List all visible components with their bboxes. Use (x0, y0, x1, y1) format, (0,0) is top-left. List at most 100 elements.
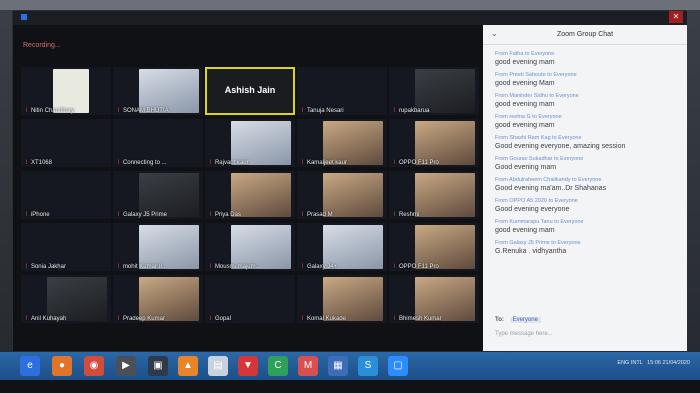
mic-muted-icon: ⌇ (301, 264, 304, 270)
media-player-icon[interactable]: ▶ (116, 356, 136, 376)
participant-name: ⌇ XT1068 (25, 159, 52, 166)
tray-date: 21/04/2020 (662, 360, 690, 366)
participant-label: iPhone (30, 212, 50, 218)
participant-tile[interactable]: ⌇ Pradeep Kumar (113, 275, 203, 323)
mic-muted-icon: ⌇ (301, 108, 304, 114)
folder-icon[interactable]: ▤ (208, 356, 228, 376)
app-c-icon[interactable]: C (268, 356, 288, 376)
vlc-icon[interactable]: ▲ (178, 356, 198, 376)
mic-muted-icon: ⌇ (301, 160, 304, 166)
title-bar: ✕ (13, 11, 687, 25)
message-text: Good evening everyone, amazing session (495, 143, 626, 150)
participant-tile[interactable]: ⌇ Mousmi majum... (205, 223, 295, 271)
chat-message: From Maninder Sidhu to Everyone good even… (495, 93, 681, 109)
app-icon (21, 14, 27, 20)
message-sender: From Preeti Sahoute to Everyone (495, 72, 577, 78)
participant-tile[interactable]: ⌇ Tanuja Nesari (297, 67, 387, 115)
participant-tile[interactable]: ⌇ Priya Das (205, 171, 295, 219)
chat-message: From Fatha to Everyone good evening mam (495, 51, 681, 67)
participant-tile[interactable]: ⌇ XT1068 (21, 119, 111, 167)
participant-tile[interactable]: ⌇ Komal Kukade (297, 275, 387, 323)
chat-message: From Galaxy J5 Prime to Everyone G.Renuka… (495, 240, 681, 256)
tray-time: 15:06 (647, 360, 661, 366)
mic-muted-icon: ⌇ (209, 212, 212, 218)
mic-muted-icon: ⌇ (393, 316, 396, 322)
mic-muted-icon: ⌇ (117, 160, 120, 166)
participant-name: ⌇ Galaxy J4+ (301, 263, 337, 270)
participant-tile[interactable]: ⌇ Connecting to ... (113, 119, 203, 167)
mic-muted-icon: ⌇ (301, 316, 304, 322)
participant-name: ⌇ Sonia Jakhar (25, 263, 66, 270)
participant-label: XT1068 (30, 160, 52, 166)
chat-header: ⌄ Zoom Group Chat (483, 25, 687, 45)
mic-muted-icon: ⌇ (117, 108, 120, 114)
participant-name: ⌇ rupakbarua (393, 107, 429, 114)
message-text: Good evening everyone (495, 206, 570, 213)
chat-message: From OPPO A5 2020 to Everyone Good evenin… (495, 198, 681, 214)
participant-tile[interactable]: ⌇ rupakbarua (389, 67, 479, 115)
video-icon[interactable]: ▣ (148, 356, 168, 376)
participant-label: rupakbarua (398, 108, 430, 114)
chat-message: From Shashi Ram Kag to Everyone Good even… (495, 135, 681, 151)
message-sender: From Shashi Ram Kag to Everyone (495, 135, 582, 141)
participant-tile[interactable]: ⌇ OPPO F11 Pro (389, 119, 479, 167)
participant-tile[interactable]: ⌇ Anil Kuhayah (21, 275, 111, 323)
participant-label: Bhimesh Kumar (398, 316, 442, 322)
participant-name: ⌇ Anil Kuhayah (25, 315, 66, 322)
zoom-icon[interactable]: ▢ (388, 356, 408, 376)
participant-label: Nitin Chaudhary (30, 108, 74, 114)
close-icon[interactable]: ✕ (669, 11, 683, 23)
brave-icon[interactable]: ▼ (238, 356, 258, 376)
participant-name: ⌇ Rajvant kaur (209, 159, 249, 166)
chat-input[interactable]: Type message here... (495, 331, 553, 337)
firefox-icon[interactable]: ● (52, 356, 72, 376)
chrome-icon[interactable]: ◉ (84, 356, 104, 376)
participant-tile[interactable]: ⌇ Prasad M (297, 171, 387, 219)
internet-explorer-icon[interactable]: e (20, 356, 40, 376)
participant-tile[interactable]: ⌇ Rajvant kaur (205, 119, 295, 167)
participant-tile[interactable]: ⌇ iPhone (21, 171, 111, 219)
participant-tile[interactable]: ⌇ SONAM BHUTIA (113, 67, 203, 115)
participant-tile[interactable]: ⌇ Sonia Jakhar (21, 223, 111, 271)
participant-tile[interactable]: ⌇ OPPO F11 Pro (389, 223, 479, 271)
taskbar: e ● ◉ ▶ ▣ ▲ ▤ ▼ C M ▦ S ▢ ENG INTL 15:06… (0, 352, 700, 380)
mic-muted-icon: ⌇ (301, 212, 304, 218)
participant-tile[interactable]: ⌇ Galaxy J4+ (297, 223, 387, 271)
message-sender: From Galaxy J5 Prime to Everyone (495, 240, 581, 246)
message-sender: From OPPO A5 2020 to Everyone (495, 198, 578, 204)
system-tray: ENG INTL 15:06 21/04/2020 (617, 360, 690, 366)
participant-tile[interactable]: ⌇ Galaxy J5 Prime (113, 171, 203, 219)
tray-region: INTL (630, 360, 643, 366)
message-sender: From Gourav Sukadhar to Everyone (495, 156, 584, 162)
participant-tile[interactable]: ⌇ mohit Kumar 8... (113, 223, 203, 271)
message-sender: From Fatha to Everyone (495, 51, 555, 57)
participant-label: Kamaljeet kaur (306, 160, 347, 166)
message-text: good evening Mam (495, 80, 555, 87)
participant-label: Komal Kukade (306, 316, 346, 322)
skype-icon[interactable]: S (358, 356, 378, 376)
app-m-icon[interactable]: M (298, 356, 318, 376)
mic-muted-icon: ⌇ (393, 264, 396, 270)
participant-tile[interactable]: ⌇ Kamaljeet kaur (297, 119, 387, 167)
zoom-window: ✕ Recording... ⌇ Nitin Chaudhary ⌇ SONAM BH… (12, 10, 687, 351)
mic-muted-icon: ⌇ (25, 212, 28, 218)
participant-label: mohit Kumar 8... (122, 264, 167, 270)
chat-message: From Abdulraheem Chalikandy to Everyone G… (495, 177, 681, 193)
participant-name: ⌇ Mousmi majum... (209, 263, 261, 270)
recipient-select[interactable]: Everyone (509, 317, 541, 323)
participant-name: ⌇ Connecting to ... (117, 159, 167, 166)
participant-label: OPPO F11 Pro (398, 264, 439, 270)
participant-label: SONAM BHUTIA (122, 108, 169, 114)
participant-name: ⌇ Bhimesh Kumar (393, 315, 442, 322)
participant-tile[interactable]: ⌇ Bhimesh Kumar (389, 275, 479, 323)
participant-tile[interactable]: ⌇ Nitin Chaudhary (21, 67, 111, 115)
notes-icon[interactable]: ▦ (328, 356, 348, 376)
participant-name: ⌇ Kamaljeet kaur (301, 159, 347, 166)
participant-tile[interactable]: ⌇ Reshmi (389, 171, 479, 219)
mic-muted-icon: ⌇ (209, 160, 212, 166)
participant-label: Galaxy J5 Prime (122, 212, 167, 218)
participant-name: ⌇ Galaxy J5 Prime (117, 211, 167, 218)
mic-muted-icon: ⌇ (25, 264, 28, 270)
participant-tile[interactable]: ⌇ Gopal (205, 275, 295, 323)
participant-tile[interactable]: Ashish Jain (205, 67, 295, 115)
